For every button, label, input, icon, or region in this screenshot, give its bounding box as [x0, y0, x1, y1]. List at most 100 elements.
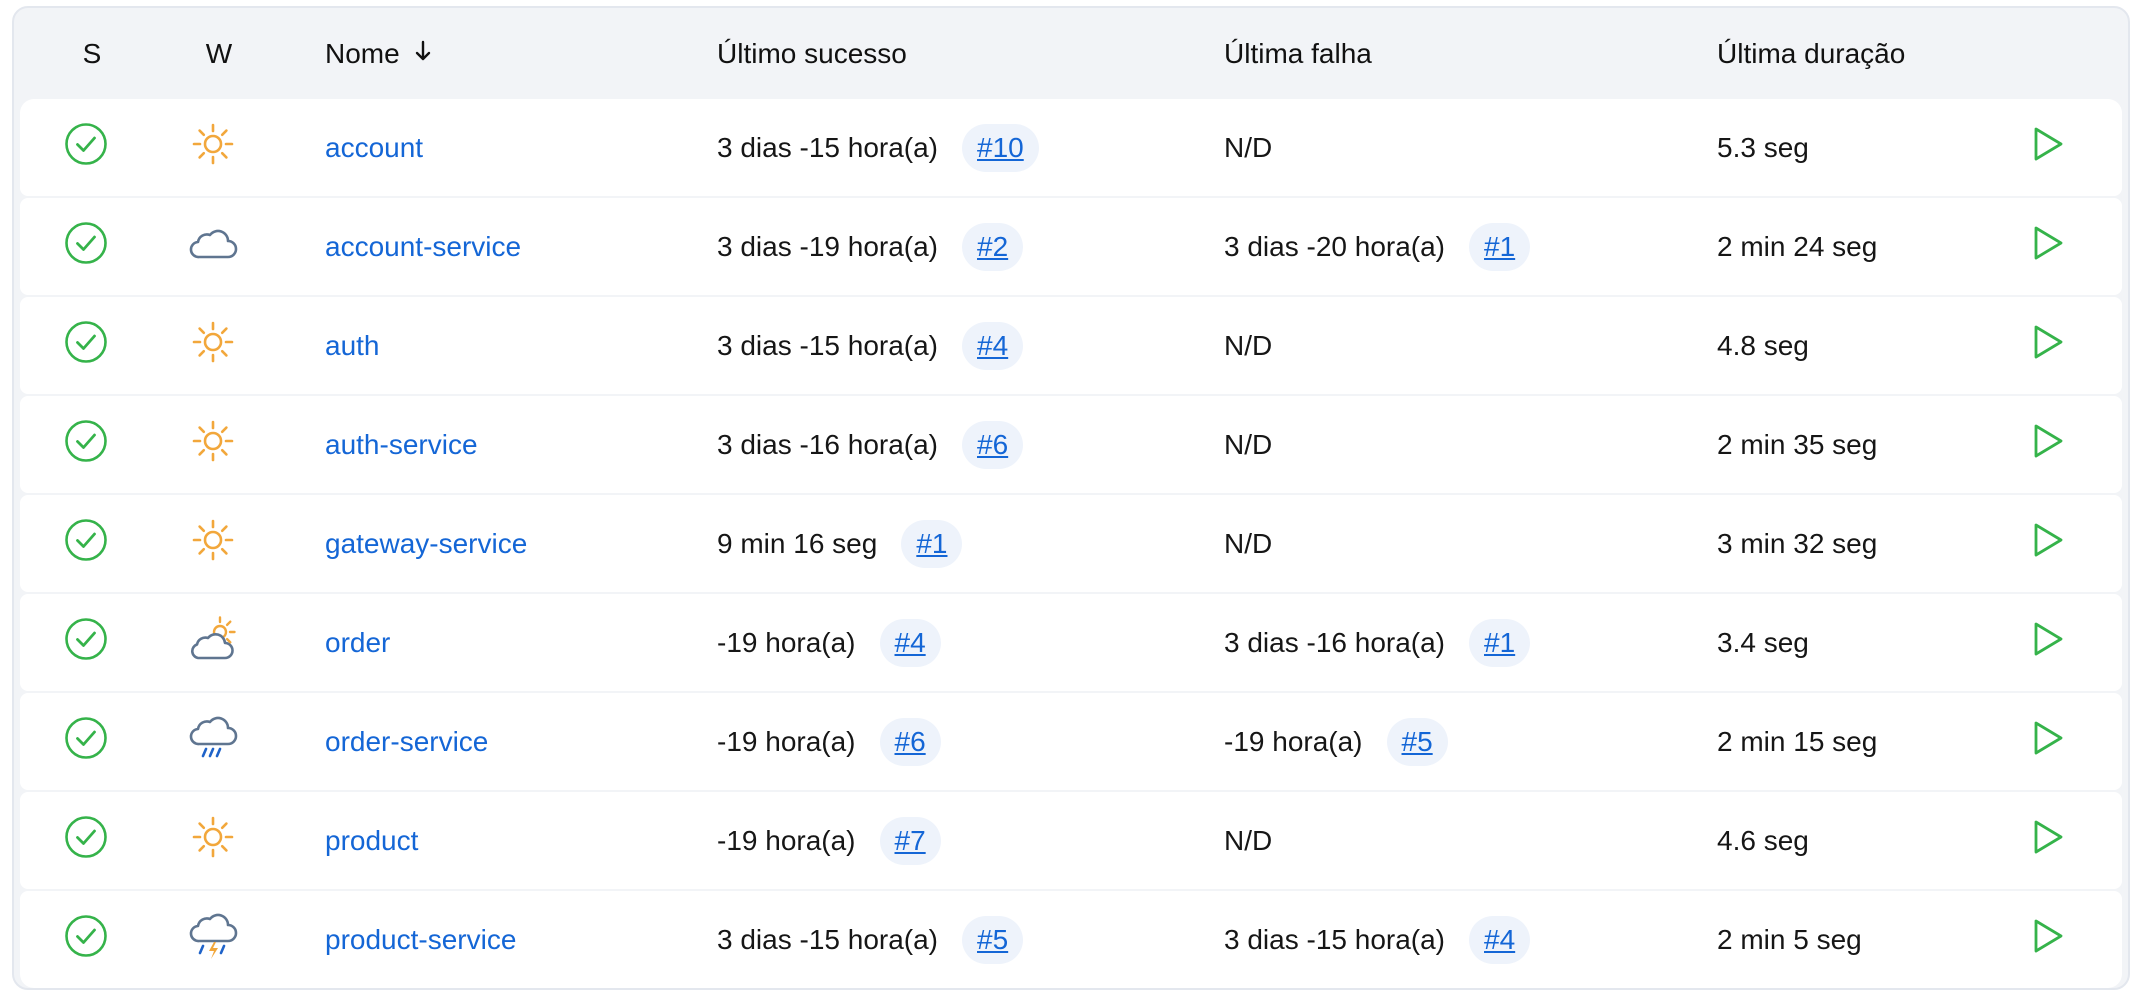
- weather-cell: [183, 891, 243, 988]
- last-success-build-link[interactable]: #4: [962, 321, 1024, 370]
- last-duration-cell: 2 min 15 seg: [1717, 693, 1877, 790]
- last-failure-build-link[interactable]: #5: [1386, 717, 1448, 766]
- table-row: order -19 hora(a) #4 3 dias -16 hora(a) …: [20, 594, 2122, 691]
- table-row: product -19 hora(a) #7 N/D 4.6 seg: [20, 792, 2122, 889]
- status-cell: [56, 792, 116, 889]
- schedule-build-button[interactable]: [2018, 910, 2078, 970]
- last-duration-cell: 3 min 32 seg: [1717, 495, 1877, 592]
- last-failure-time: N/D: [1224, 428, 1273, 460]
- name-cell: gateway-service: [325, 495, 527, 592]
- success-check-icon: [64, 914, 108, 965]
- last-failure-build-link[interactable]: #1: [1469, 222, 1531, 271]
- partly-cloudy-icon: [187, 616, 239, 669]
- job-link[interactable]: order: [325, 627, 390, 659]
- last-duration: 2 min 5 seg: [1717, 923, 1862, 955]
- last-failure-time: 3 dias -20 hora(a): [1224, 230, 1446, 262]
- table-row: auth-service 3 dias -16 hora(a) #6 N/D 2…: [20, 396, 2122, 493]
- job-link[interactable]: product: [325, 825, 418, 857]
- last-success-build-link[interactable]: #2: [962, 222, 1024, 271]
- last-success-build-link[interactable]: #6: [962, 420, 1024, 469]
- weather-cell: [183, 198, 243, 295]
- last-success-build-link[interactable]: #6: [879, 717, 941, 766]
- column-header-status[interactable]: S: [62, 8, 122, 99]
- name-cell: product: [325, 792, 418, 889]
- schedule-build-button[interactable]: [2018, 514, 2078, 574]
- schedule-build-button[interactable]: [2018, 118, 2078, 178]
- last-success-time: 3 dias -16 hora(a): [717, 428, 939, 460]
- status-cell: [56, 297, 116, 394]
- column-header-last-success[interactable]: Último sucesso: [717, 8, 907, 99]
- sunny-icon: [190, 814, 236, 867]
- last-success-build-link[interactable]: #4: [879, 618, 941, 667]
- schedule-build-button[interactable]: [2018, 613, 2078, 673]
- last-duration-cell: 4.6 seg: [1717, 792, 1809, 889]
- last-duration: 2 min 15 seg: [1717, 725, 1878, 757]
- job-link[interactable]: auth-service: [325, 429, 478, 461]
- last-failure-time: N/D: [1224, 527, 1273, 559]
- last-success-cell: 3 dias -15 hora(a) #4: [717, 297, 1024, 394]
- job-link[interactable]: order-service: [325, 726, 488, 758]
- last-failure-cell: -19 hora(a) #5: [1224, 693, 1448, 790]
- last-success-time: 3 dias -15 hora(a): [717, 131, 939, 163]
- last-duration: 4.6 seg: [1717, 824, 1809, 856]
- sort-descending-icon: [414, 8, 432, 99]
- weather-cell: [183, 396, 243, 493]
- weather-cell: [183, 297, 243, 394]
- success-check-icon: [64, 419, 108, 470]
- status-cell: [56, 594, 116, 691]
- play-icon: [2030, 719, 2066, 764]
- last-failure-cell: N/D: [1224, 792, 1272, 889]
- last-success-cell: 3 dias -15 hora(a) #10: [717, 99, 1039, 196]
- last-failure-time: N/D: [1224, 824, 1273, 856]
- success-check-icon: [64, 518, 108, 569]
- job-link[interactable]: account-service: [325, 231, 521, 263]
- job-link[interactable]: product-service: [325, 924, 516, 956]
- last-duration-cell: 2 min 35 seg: [1717, 396, 1877, 493]
- column-header-weather[interactable]: W: [189, 8, 249, 99]
- action-cell: [2018, 198, 2078, 295]
- last-failure-build-link[interactable]: #1: [1469, 618, 1531, 667]
- name-cell: account: [325, 99, 423, 196]
- last-duration-cell: 4.8 seg: [1717, 297, 1809, 394]
- last-success-cell: -19 hora(a) #7: [717, 792, 941, 889]
- name-cell: order: [325, 594, 390, 691]
- action-cell: [2018, 693, 2078, 790]
- job-link[interactable]: auth: [325, 330, 380, 362]
- cloudy-icon: [187, 223, 239, 270]
- last-success-build-link[interactable]: #7: [879, 816, 941, 865]
- column-header-name[interactable]: Nome: [325, 8, 432, 99]
- job-link[interactable]: gateway-service: [325, 528, 527, 560]
- status-cell: [56, 396, 116, 493]
- last-failure-build-link[interactable]: #4: [1469, 915, 1531, 964]
- column-header-last-duration[interactable]: Última duração: [1717, 8, 1905, 99]
- status-cell: [56, 693, 116, 790]
- last-failure-cell: N/D: [1224, 396, 1272, 493]
- schedule-build-button[interactable]: [2018, 316, 2078, 376]
- schedule-build-button[interactable]: [2018, 811, 2078, 871]
- last-success-build-link[interactable]: #5: [962, 915, 1024, 964]
- table-body: account 3 dias -15 hora(a) #10 N/D 5.3 s…: [20, 99, 2122, 988]
- table-row: gateway-service 9 min 16 seg #1 N/D 3 mi…: [20, 495, 2122, 592]
- last-success-time: -19 hora(a): [717, 824, 856, 856]
- play-icon: [2030, 224, 2066, 269]
- last-success-build-link[interactable]: #1: [901, 519, 963, 568]
- weather-cell: [183, 594, 243, 691]
- job-link[interactable]: account: [325, 132, 423, 164]
- last-duration: 5.3 seg: [1717, 131, 1809, 163]
- last-success-build-link[interactable]: #10: [962, 123, 1039, 172]
- column-header-last-failure[interactable]: Última falha: [1224, 8, 1372, 99]
- sunny-icon: [190, 418, 236, 471]
- schedule-build-button[interactable]: [2018, 712, 2078, 772]
- last-failure-cell: N/D: [1224, 297, 1272, 394]
- last-success-time: -19 hora(a): [717, 725, 856, 757]
- last-duration: 2 min 35 seg: [1717, 428, 1878, 460]
- action-cell: [2018, 297, 2078, 394]
- last-duration: 4.8 seg: [1717, 329, 1809, 361]
- name-cell: account-service: [325, 198, 521, 295]
- schedule-build-button[interactable]: [2018, 415, 2078, 475]
- last-duration-cell: 3.4 seg: [1717, 594, 1809, 691]
- last-success-time: 3 dias -15 hora(a): [717, 329, 939, 361]
- play-icon: [2030, 917, 2066, 962]
- action-cell: [2018, 99, 2078, 196]
- schedule-build-button[interactable]: [2018, 217, 2078, 277]
